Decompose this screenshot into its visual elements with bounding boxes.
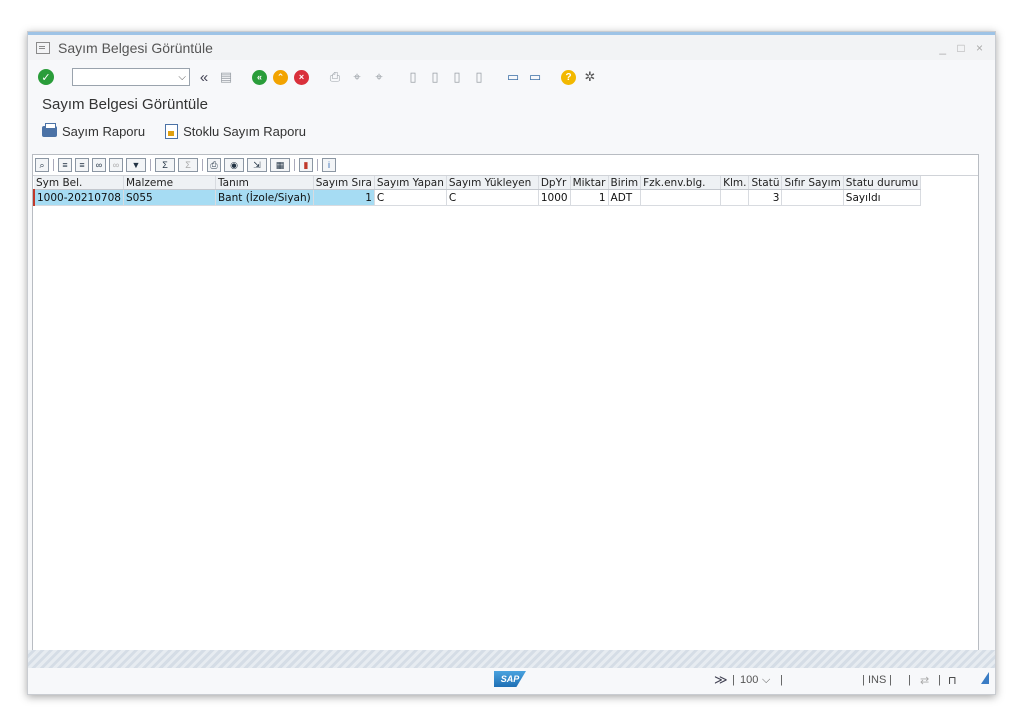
system-toolbar: ✓ ⌵ « ▤ « ⌃ × ⎙ ⌖ ⌖ ▯ ▯ ▯ ▯ ▭ ▭ ? ✲ bbox=[28, 60, 995, 94]
window-icon bbox=[36, 41, 50, 54]
cancel-icon[interactable]: × bbox=[294, 69, 309, 85]
count-report-button[interactable]: Sayım Raporu bbox=[42, 123, 145, 139]
zoom-chevron-icon[interactable]: ⌵ bbox=[762, 674, 770, 687]
column-header[interactable]: Sayım Sıra bbox=[313, 176, 375, 190]
cell-material[interactable]: S055 bbox=[123, 189, 216, 206]
sort-descending-icon[interactable]: ≡ bbox=[75, 158, 89, 172]
double-left-icon[interactable]: « bbox=[196, 69, 212, 86]
column-header[interactable]: Statü bbox=[748, 176, 783, 190]
screen-title: Sayım Belgesi Görüntüle bbox=[42, 96, 208, 113]
shortcut-icon[interactable]: ▭ bbox=[527, 69, 543, 85]
find-next-icon[interactable]: ⌖ bbox=[371, 69, 387, 85]
cell-quantity[interactable]: 1 bbox=[570, 189, 609, 206]
column-header[interactable]: Miktar bbox=[570, 176, 609, 190]
next-page-icon[interactable]: ▯ bbox=[449, 69, 465, 85]
sap-logo: SAP bbox=[494, 671, 526, 687]
cell-counted-by[interactable]: C bbox=[374, 189, 447, 206]
column-header[interactable]: Sayım Yükleyen bbox=[446, 176, 539, 190]
back-icon[interactable]: « bbox=[252, 69, 267, 85]
views-icon[interactable]: ◉ bbox=[224, 158, 244, 172]
alv-grid-panel: ⌕ ≡ ≡ ∞ ∞ ▼ Σ Σ ⎙ ◉ ⇲ ▦ ▮ i Sym Bel. Mal… bbox=[32, 154, 979, 651]
status-bar: SAP ≫ | 100 ⌵ | | INS | | ⇄ | ⊓ bbox=[28, 668, 995, 694]
insert-mode: INS bbox=[868, 674, 887, 686]
settings-gear-icon[interactable]: ✲ bbox=[582, 69, 598, 85]
command-field[interactable]: ⌵ bbox=[72, 68, 190, 86]
column-header[interactable]: Klm. bbox=[720, 176, 750, 190]
column-header[interactable]: Sıfır Sayım bbox=[781, 176, 844, 190]
subtotal-icon[interactable]: Σ bbox=[178, 158, 198, 172]
prev-page-icon[interactable]: ▯ bbox=[427, 69, 443, 85]
double-right-icon[interactable]: ≫ bbox=[714, 672, 728, 688]
print-preview-icon[interactable]: ⎙ bbox=[207, 158, 221, 172]
column-header[interactable]: Statu durumu bbox=[843, 176, 922, 190]
new-session-icon[interactable]: ▭ bbox=[505, 69, 521, 85]
table-header-row: Sym Bel. Malzeme Tanım Sayım Sıra Sayım … bbox=[34, 176, 922, 190]
cell-unit[interactable]: ADT bbox=[608, 189, 642, 206]
filter-icon[interactable]: ▼ bbox=[126, 158, 146, 172]
application-toolbar: Sayım Raporu Stoklu Sayım Raporu bbox=[42, 123, 306, 139]
cell-count-doc[interactable]: 1000-20210708 bbox=[32, 189, 124, 206]
details-icon[interactable]: ⌕ bbox=[35, 158, 49, 172]
last-page-icon[interactable]: ▯ bbox=[471, 69, 487, 85]
first-page-icon[interactable]: ▯ bbox=[405, 69, 421, 85]
sum-icon[interactable]: Σ bbox=[155, 158, 175, 172]
export-icon[interactable]: ⇲ bbox=[247, 158, 267, 172]
graphic-icon[interactable]: ▮ bbox=[299, 158, 313, 172]
cell-item[interactable] bbox=[720, 189, 750, 206]
zoom-level[interactable]: 100 bbox=[740, 674, 758, 686]
printer-icon bbox=[42, 123, 57, 137]
footer-hatch bbox=[28, 650, 995, 668]
info-icon[interactable]: i bbox=[322, 158, 336, 172]
cell-count-seq[interactable]: 1 bbox=[313, 189, 375, 206]
column-header[interactable]: Tanım bbox=[215, 176, 314, 190]
report-icon bbox=[165, 124, 179, 139]
connection-icon: ⇄ bbox=[920, 675, 930, 687]
results-table: Sym Bel. Malzeme Tanım Sayım Sıra Sayım … bbox=[32, 176, 922, 206]
title-bar: Sayım Belgesi Görüntüle _ □ × bbox=[28, 32, 995, 60]
lock-open-icon[interactable]: ⊓ bbox=[948, 674, 957, 687]
status-corner-icon[interactable] bbox=[981, 672, 989, 684]
cell-uploaded-by[interactable]: C bbox=[446, 189, 539, 206]
stock-count-report-button[interactable]: Stoklu Sayım Raporu bbox=[165, 124, 306, 139]
cell-description[interactable]: Bant (İzole/Siyah) bbox=[215, 189, 314, 206]
window-title: Sayım Belgesi Görüntüle bbox=[58, 39, 213, 56]
column-header[interactable]: Sym Bel. bbox=[34, 176, 124, 190]
alv-toolbar: ⌕ ≡ ≡ ∞ ∞ ▼ Σ Σ ⎙ ◉ ⇲ ▦ ▮ i bbox=[33, 155, 978, 176]
cell-storage-loc[interactable]: 1000 bbox=[538, 189, 571, 206]
exit-icon[interactable]: ⌃ bbox=[273, 69, 288, 85]
enter-check-icon[interactable]: ✓ bbox=[38, 69, 54, 85]
find-icon[interactable]: ⌖ bbox=[349, 69, 365, 85]
column-header[interactable]: DpYr bbox=[538, 176, 571, 190]
column-header[interactable]: Sayım Yapan bbox=[374, 176, 447, 190]
cell-phys-inv-info[interactable] bbox=[640, 189, 722, 206]
print-icon[interactable]: ⎙ bbox=[327, 69, 343, 85]
find-next-binoculars-icon[interactable]: ∞ bbox=[109, 158, 123, 172]
column-header[interactable]: Malzeme bbox=[123, 176, 216, 190]
save-icon[interactable]: ▤ bbox=[218, 69, 234, 85]
window-controls[interactable]: _ □ × bbox=[939, 41, 987, 55]
layout-icon[interactable]: ▦ bbox=[270, 158, 290, 172]
table-row[interactable]: 1000-20210708 S055 Bant (İzole/Siyah) 1 … bbox=[32, 189, 922, 206]
find-binoculars-icon[interactable]: ∞ bbox=[92, 158, 106, 172]
cell-status[interactable]: 3 bbox=[748, 189, 783, 206]
column-header[interactable]: Fzk.env.blg. bbox=[640, 176, 722, 190]
column-header[interactable]: Birim bbox=[608, 176, 642, 190]
cell-zero-count[interactable] bbox=[781, 189, 844, 206]
chevron-down-icon[interactable]: ⌵ bbox=[178, 72, 186, 83]
sap-window: Sayım Belgesi Görüntüle _ □ × ✓ ⌵ « ▤ « … bbox=[27, 31, 996, 695]
help-icon[interactable]: ? bbox=[561, 69, 576, 85]
cell-status-text[interactable]: Sayıldı bbox=[843, 189, 922, 206]
sort-ascending-icon[interactable]: ≡ bbox=[58, 158, 72, 172]
